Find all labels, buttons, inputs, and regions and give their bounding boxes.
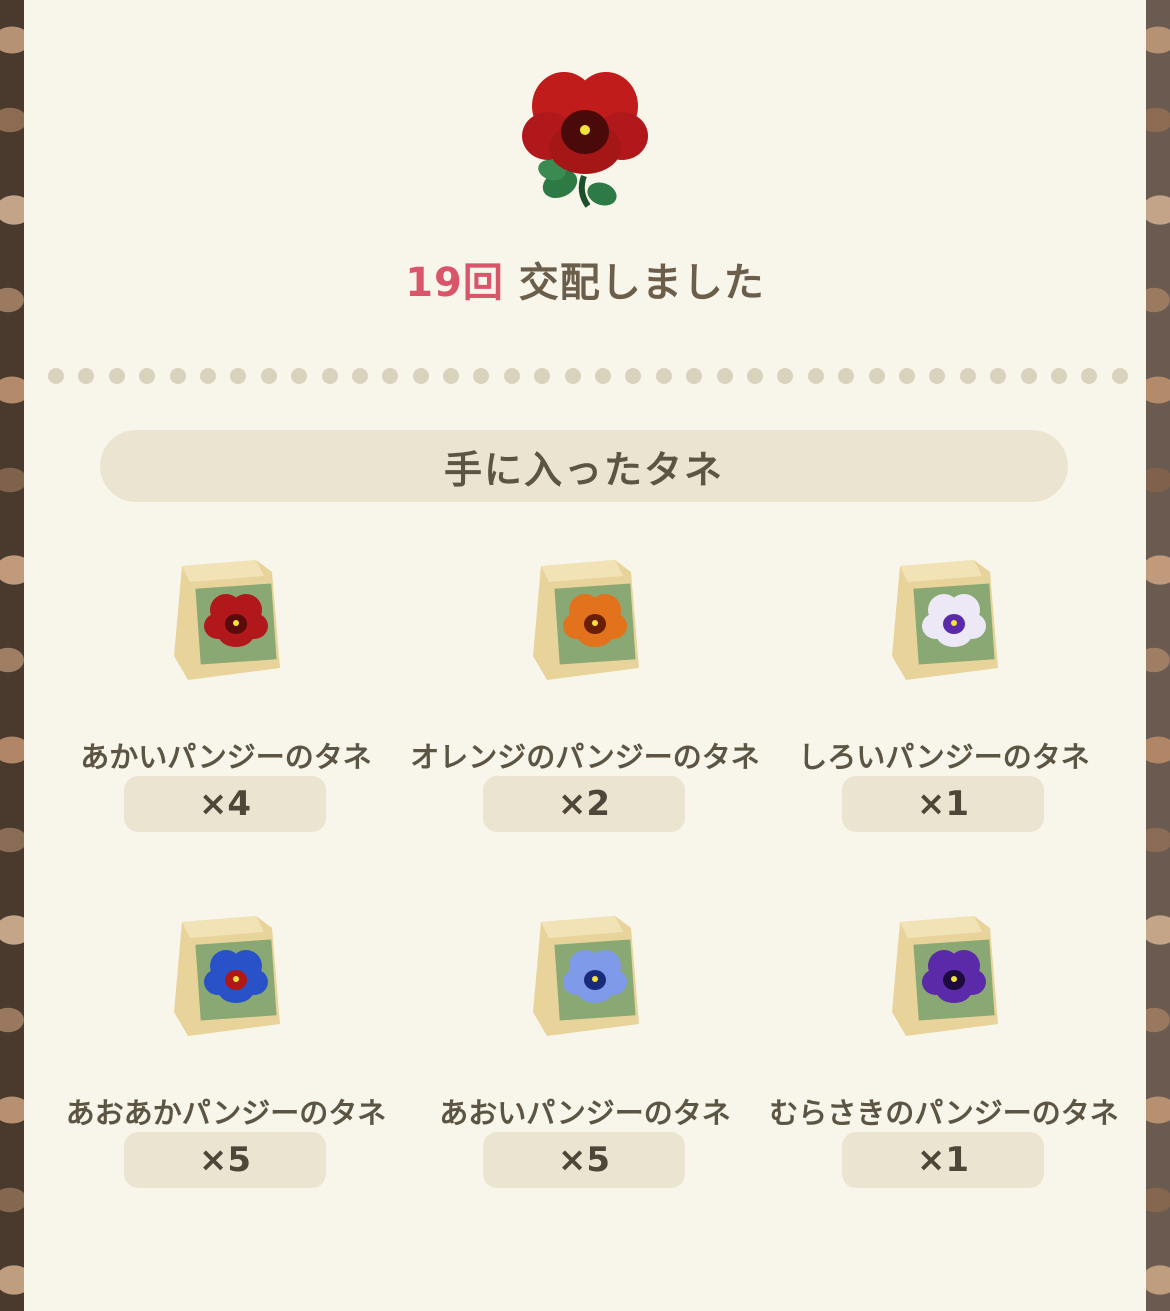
stone-border-right: [1146, 0, 1170, 1311]
seed-name: あかいパンジーのタネ: [80, 740, 372, 774]
dotted-divider: [48, 368, 1128, 386]
seed-item[interactable]: むらさきのパンジーのタネ ×1: [764, 912, 1124, 1212]
seed-quantity: ×5: [124, 1132, 326, 1188]
seed-item[interactable]: あかいパンジーのタネ ×4: [46, 556, 406, 856]
white-pansy-seed-bag-icon: [892, 560, 998, 680]
seed-name: あおいパンジーのタネ: [439, 1096, 731, 1130]
seed-quantity: ×5: [483, 1132, 685, 1188]
seed-item[interactable]: オレンジのパンジーのタネ ×2: [405, 556, 765, 856]
section-title: 手に入ったタネ: [443, 447, 724, 492]
seed-quantity: ×1: [842, 776, 1044, 832]
section-header: 手に入ったタネ: [100, 430, 1068, 502]
seed-quantity: ×2: [483, 776, 685, 832]
crossbreed-message: 交配しました: [518, 260, 765, 306]
seed-item[interactable]: あおいパンジーのタネ ×5: [405, 912, 765, 1212]
seed-name: オレンジのパンジーのタネ: [410, 740, 760, 774]
seed-name: あおあかパンジーのタネ: [65, 1096, 387, 1130]
red-pansy-icon: [522, 72, 648, 208]
blue-pansy-seed-bag-icon: [533, 916, 639, 1036]
seed-quantity: ×4: [124, 776, 326, 832]
purple-pansy-seed-bag-icon: [892, 916, 998, 1036]
seed-quantity: ×1: [842, 1132, 1044, 1188]
seed-item[interactable]: あおあかパンジーのタネ ×5: [46, 912, 406, 1212]
crossbreed-result-text: 19回 交配しました: [0, 250, 1170, 308]
seed-name: むらさきのパンジーのタネ: [769, 1096, 1119, 1130]
orange-pansy-seed-bag-icon: [533, 560, 639, 680]
seed-item[interactable]: しろいパンジーのタネ ×1: [764, 556, 1124, 856]
blue-red-pansy-seed-bag-icon: [174, 916, 280, 1036]
crossbreed-count: 19回: [405, 260, 504, 306]
seed-name: しろいパンジーのタネ: [798, 740, 1090, 774]
red-pansy-seed-bag-icon: [174, 560, 280, 680]
stone-border-left: [0, 0, 24, 1311]
